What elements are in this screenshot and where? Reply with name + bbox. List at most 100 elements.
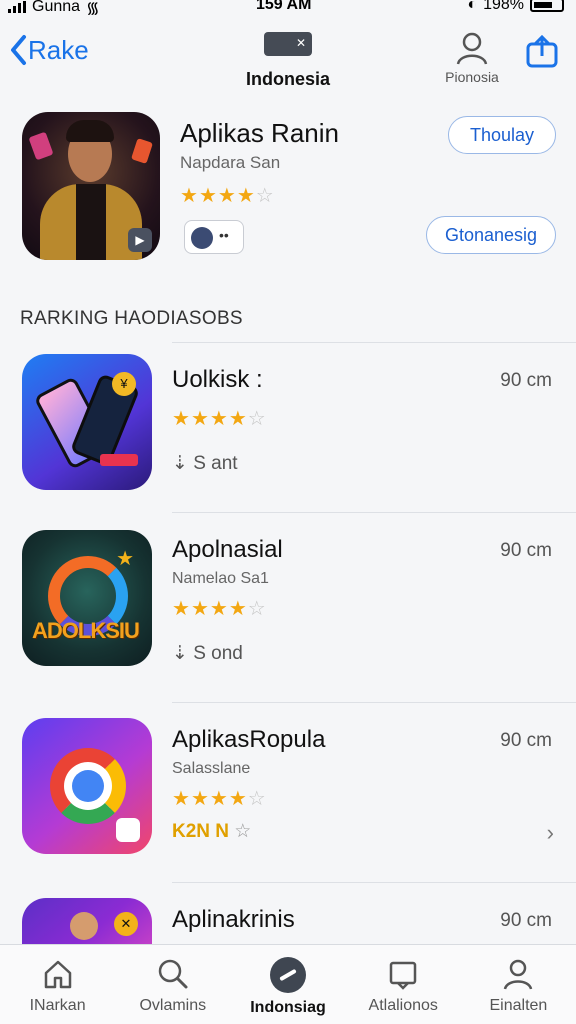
profile-label: Pionosia [445, 69, 499, 85]
decor-card [28, 131, 54, 161]
search-icon [158, 959, 188, 989]
star-empty-icon: ☆ [234, 821, 252, 842]
back-label: Rake [28, 34, 89, 65]
star-icon: ★ [116, 548, 134, 570]
star-icon: ★ [190, 788, 209, 810]
hero-developer-chip[interactable]: •• [184, 220, 244, 254]
avatar-hair [66, 120, 114, 142]
person-icon [504, 959, 533, 990]
star-icon: ★ [198, 185, 217, 207]
app-size: 90 cm [500, 370, 552, 391]
app-rating-stars: ★ ★ ★ ★ ☆ [172, 596, 266, 621]
avatar-graphic [70, 912, 98, 940]
app-title: AplikasRopula [172, 726, 326, 753]
carrier-label: Gunna [32, 0, 81, 15]
hero-app-subtitle: Napdara San [180, 153, 281, 172]
app-meta: ⇣ S ant [172, 452, 238, 475]
app-meta-text: S ond [193, 643, 243, 664]
app-icon [22, 718, 152, 854]
tab-bar: INarkan Ovlamins Indonsiag Atlalionos Ei… [0, 944, 576, 1024]
home-icon [44, 960, 71, 989]
app-title: Aplinakrinis [172, 906, 295, 933]
chevron-left-icon [11, 35, 26, 65]
status-bar: Gunna ᯾ 159 AM ◐ 198% [0, 0, 576, 18]
tab-label: INarkan [29, 997, 86, 1014]
star-icon: ★ [172, 788, 190, 810]
lock-rotation-icon: ◐ [467, 0, 478, 13]
star-icon: ★ [180, 185, 198, 207]
star-icon: ★ [190, 408, 209, 430]
play-badge-icon: ▶ [128, 228, 152, 252]
app-subtitle: Namelao Sa1 [172, 570, 269, 587]
wifi-icon: ᯾ [86, 0, 100, 17]
app-title: Uolkisk : [172, 366, 263, 393]
download-icon: ⇣ [172, 453, 188, 474]
app-icon: ¥ [22, 354, 152, 490]
profile-button[interactable]: Pionosia [436, 30, 508, 85]
app-size: 90 cm [500, 540, 552, 561]
hero-region-button[interactable]: Gtonanesig [426, 216, 556, 254]
tab-search[interactable]: Ovlamins [115, 945, 230, 1024]
star-empty-icon: ☆ [247, 408, 266, 430]
star-icon: ★ [209, 788, 228, 810]
app-size: 90 cm [500, 910, 552, 931]
divider [172, 512, 576, 513]
status-right: ◐ 198% [467, 0, 564, 14]
coin-icon: ¥ [112, 372, 136, 396]
divider [172, 702, 576, 703]
app-subtitle: Salasslane [172, 760, 251, 777]
app-icon: ★ ADOLKSIU [22, 530, 152, 666]
star-icon: ★ [172, 598, 190, 620]
more-icon: •• [219, 227, 229, 243]
divider [172, 882, 576, 883]
tab-profile[interactable]: Einalten [461, 945, 576, 1024]
nav-title-label: Indonesia [245, 69, 330, 89]
developer-avatar-icon [191, 227, 213, 249]
circle-center [72, 770, 104, 802]
star-half-icon: ★ [228, 788, 247, 810]
region-icon [264, 32, 312, 56]
app-meta-text: S ant [193, 453, 238, 474]
close-badge-icon: ✕ [114, 912, 138, 936]
tab-home[interactable]: INarkan [0, 945, 115, 1024]
app-rating-stars: ★ ★ ★ ★ ☆ [172, 406, 266, 431]
hero-app-title: Aplikas Ranin [180, 118, 339, 148]
tab-label: Atlalionos [368, 997, 438, 1014]
tag-graphic [100, 454, 138, 466]
star-half-icon: ★ [228, 598, 247, 620]
app-meta: ⇣ S ond [172, 642, 243, 665]
star-icon: ★ [172, 408, 190, 430]
star-empty-icon: ☆ [247, 598, 266, 620]
tab-label: Einalten [489, 997, 548, 1014]
status-left: Gunna ᯾ [8, 0, 100, 18]
compass-icon [270, 957, 306, 993]
avatar-shirt [76, 184, 106, 260]
tab-apps[interactable]: Atlalionos [346, 945, 461, 1024]
star-empty-icon: ☆ [255, 185, 274, 207]
battery-percent: 198% [483, 0, 524, 13]
app-meta-text: K2N N [172, 821, 230, 842]
badge-icon [116, 818, 140, 842]
chevron-right-icon[interactable]: › [547, 820, 554, 846]
app-icon: ✕ [22, 898, 152, 944]
signal-icon [8, 1, 26, 13]
app-meta: K2N N ☆ [172, 820, 251, 843]
divider [172, 342, 576, 343]
tab-discover[interactable]: Indonsiag [230, 945, 345, 1024]
star-empty-icon: ☆ [247, 788, 266, 810]
share-icon[interactable] [522, 34, 562, 70]
section-title: RARKING HAODIASOBS [20, 308, 243, 329]
star-icon: ★ [190, 598, 209, 620]
app-size: 90 cm [500, 730, 552, 751]
hero-app-icon[interactable]: ▶ [22, 112, 160, 260]
status-time: 159 AM [256, 0, 312, 13]
star-half-icon: ★ [228, 408, 247, 430]
app-icon-text: ADOLKSIU [32, 618, 140, 643]
download-icon: ⇣ [172, 643, 188, 664]
battery-icon [530, 0, 564, 12]
app-title: Apolnasial [172, 536, 283, 563]
tab-label: Indonsiag [250, 999, 326, 1016]
hero-get-button[interactable]: Thoulay [448, 116, 556, 154]
nav-bar: Rake Indonesia Pionosia [0, 28, 576, 98]
back-button[interactable]: Rake [8, 34, 89, 66]
